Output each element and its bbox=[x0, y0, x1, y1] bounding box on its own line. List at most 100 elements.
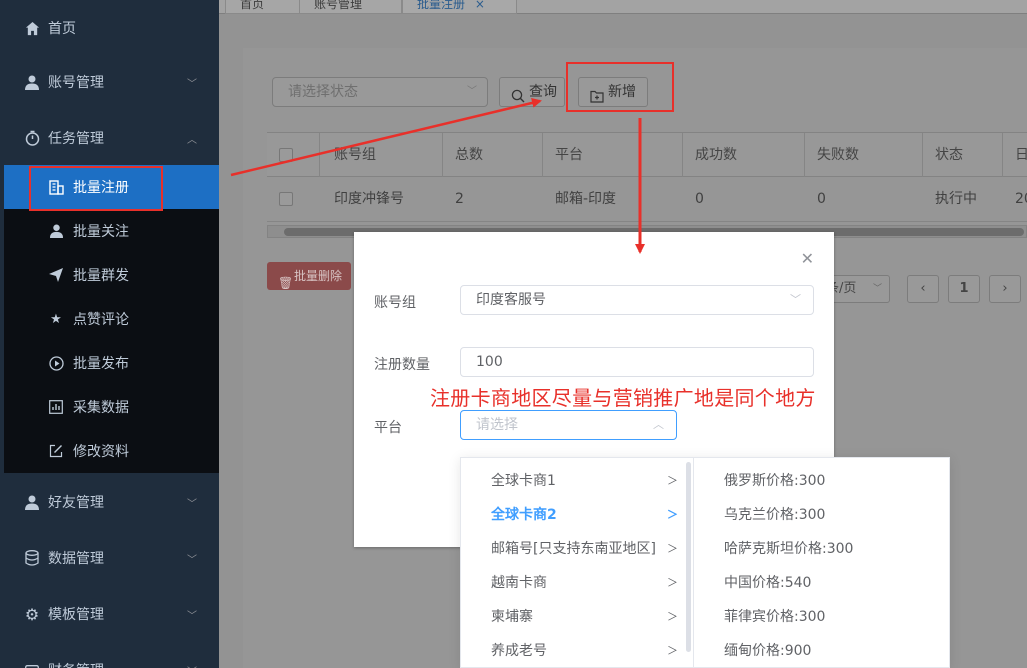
cell: 印度冲锋号 bbox=[334, 191, 404, 207]
option-label: 柬埔寨 bbox=[491, 609, 533, 625]
option-label: 全球卡商1 bbox=[491, 473, 556, 489]
table-header: 账号组 总数 平台 成功数 失败数 状态 日 bbox=[267, 132, 1027, 177]
select-all-checkbox[interactable] bbox=[279, 148, 293, 162]
menu-template-mgmt[interactable]: ⚙ 模板管理 ﹀ bbox=[0, 586, 219, 642]
chevron-down-icon: ﹀ bbox=[187, 498, 197, 510]
tab-account-mgmt[interactable]: 账号管理 bbox=[299, 0, 402, 14]
menu-home[interactable]: 首页 bbox=[0, 0, 219, 56]
cascader-option[interactable]: 缅甸价格:900 bbox=[694, 634, 949, 667]
cascader-option[interactable]: 中国价格:540 bbox=[694, 566, 949, 600]
option-label: 越南卡商 bbox=[491, 575, 547, 591]
header-cell: 平台 bbox=[543, 133, 683, 177]
user-icon bbox=[48, 223, 64, 239]
timer-icon bbox=[24, 130, 40, 146]
table-row[interactable]: 印度冲锋号 2 邮箱-印度 0 0 执行中 20 bbox=[267, 177, 1027, 222]
menu-data-mgmt[interactable]: 数据管理 ﹀ bbox=[0, 530, 219, 586]
register-count-input[interactable]: 100 bbox=[460, 347, 814, 377]
register-count-label: 注册数量 bbox=[374, 357, 430, 373]
wallet-icon bbox=[24, 662, 40, 668]
header-checkbox-cell bbox=[267, 133, 320, 177]
home-icon bbox=[24, 20, 40, 36]
submenu-batch-send[interactable]: 批量群发 bbox=[4, 253, 219, 297]
cell: 20 bbox=[1015, 191, 1027, 207]
status-select[interactable]: 请选择状态 ﹀ bbox=[272, 77, 488, 107]
submenu-batch-follow[interactable]: 批量关注 bbox=[4, 209, 219, 253]
platform-cascader-panel: 全球卡商1 ＞ 全球卡商2 ＞ 邮箱号[只支持东南亚地区] ＞ 越南卡商＞ 柬埔寨＞ … bbox=[460, 457, 950, 668]
chevron-right-icon: ＞ bbox=[667, 576, 678, 589]
cascader-option-active[interactable]: 全球卡商2 ＞ bbox=[461, 498, 686, 532]
query-label: 查询 bbox=[529, 84, 557, 100]
cascader-option[interactable]: 哈萨克斯坦价格:300 bbox=[694, 532, 949, 566]
register-count-value: 100 bbox=[476, 354, 503, 370]
cascader-option[interactable]: 柬埔寨 ＞ bbox=[461, 600, 686, 634]
send-icon bbox=[48, 267, 64, 283]
account-group-value: 印度客服号 bbox=[476, 292, 546, 308]
cascader-scrollbar[interactable] bbox=[686, 462, 691, 652]
header-cell: 账号组 bbox=[320, 133, 443, 177]
page-number[interactable]: 1 bbox=[948, 275, 980, 303]
cascader-option[interactable]: 俄罗斯价格:300 bbox=[694, 464, 949, 498]
tab-home[interactable]: 首页 bbox=[225, 0, 300, 14]
chevron-right-icon: ＞ bbox=[667, 508, 678, 521]
row-checkbox[interactable] bbox=[279, 192, 293, 206]
submenu-edit-profile[interactable]: 修改资料 bbox=[4, 429, 219, 473]
close-icon[interactable]: ✕ bbox=[801, 249, 814, 268]
chevron-down-icon: ﹀ bbox=[187, 78, 197, 90]
account-group-select[interactable]: 印度客服号 ﹀ bbox=[460, 285, 814, 315]
next-page-button[interactable]: › bbox=[989, 275, 1021, 303]
chevron-right-icon: ＞ bbox=[667, 644, 678, 657]
cascader-option[interactable]: 邮箱号[只支持东南亚地区] ＞ bbox=[461, 532, 686, 566]
chevron-down-icon: ﹀ bbox=[467, 86, 477, 97]
status-placeholder: 请选择状态 bbox=[288, 84, 358, 100]
submenu-batch-publish[interactable]: 批量发布 bbox=[4, 341, 219, 385]
chevron-down-icon: ﹀ bbox=[187, 663, 197, 668]
tabs-bar: 首页 账号管理 批量注册 × bbox=[219, 0, 1027, 14]
option-label: 养成老号 bbox=[491, 643, 547, 659]
chevron-down-icon: ﹀ bbox=[187, 554, 197, 566]
task-table: 账号组 总数 平台 成功数 失败数 状态 日 印度冲锋号 2 邮箱-印度 0 0… bbox=[267, 132, 1027, 238]
menu-finance-mgmt[interactable]: 财务管理 ﹀ bbox=[0, 642, 219, 668]
tab-label: 批量注册 bbox=[417, 0, 466, 11]
query-button[interactable]: 查询 bbox=[499, 77, 565, 107]
cascader-option[interactable]: 菲律宾价格:300 bbox=[694, 600, 949, 634]
option-label: 邮箱号[只支持东南亚地区] bbox=[491, 541, 656, 557]
cascader-option[interactable]: 全球卡商1 ＞ bbox=[461, 464, 686, 498]
menu-account-mgmt[interactable]: 账号管理 ﹀ bbox=[0, 54, 219, 110]
cascader-option[interactable]: 越南卡商 ＞ bbox=[461, 566, 686, 600]
cascader-level2: 俄罗斯价格:300 乌克兰价格:300 哈萨克斯坦价格:300 中国价格:540… bbox=[694, 458, 949, 667]
menu-finance-mgmt-label: 财务管理 bbox=[48, 660, 104, 668]
tab-batch-register[interactable]: 批量注册 × bbox=[402, 0, 517, 14]
header-cell: 总数 bbox=[443, 133, 543, 177]
batch-delete-button[interactable]: 🗑 批量删除 bbox=[267, 262, 351, 290]
sidebar: 首页 账号管理 ﹀ 任务管理 ︿ 批量注册 批量关注 批量群发 ★ 点赞评论 批… bbox=[0, 0, 219, 668]
star-icon: ★ bbox=[50, 311, 62, 327]
menu-task-mgmt[interactable]: 任务管理 ︿ bbox=[0, 110, 219, 166]
account-group-label: 账号组 bbox=[374, 295, 416, 311]
cascader-option[interactable]: 乌克兰价格:300 bbox=[694, 498, 949, 532]
option-label: 全球卡商2 bbox=[491, 507, 557, 523]
chevron-left-icon: ‹ bbox=[920, 281, 926, 296]
header-cell: 日 bbox=[1015, 147, 1027, 163]
menu-data-mgmt-label: 数据管理 bbox=[48, 551, 104, 567]
menu-task-mgmt-label: 任务管理 bbox=[48, 131, 104, 147]
prev-page-button[interactable]: ‹ bbox=[907, 275, 939, 303]
header-cell: 成功数 bbox=[683, 133, 805, 177]
close-icon[interactable]: × bbox=[475, 0, 485, 11]
submenu-label: 点赞评论 bbox=[73, 312, 129, 328]
submenu-like-comment[interactable]: ★ 点赞评论 bbox=[4, 297, 219, 341]
submenu-label: 批量关注 bbox=[73, 224, 129, 240]
chevron-up-icon: ︿ bbox=[187, 134, 197, 146]
menu-friend-mgmt[interactable]: 好友管理 ﹀ bbox=[0, 474, 219, 530]
cascader-option[interactable]: 养成老号 ＞ bbox=[461, 634, 686, 667]
chart-icon bbox=[48, 399, 64, 415]
highlight-box-add bbox=[566, 62, 674, 112]
submenu-collect-data[interactable]: 采集数据 bbox=[4, 385, 219, 429]
trash-icon: 🗑 bbox=[278, 276, 294, 290]
cell: 执行中 bbox=[935, 191, 977, 207]
chevron-up-icon: ︿ bbox=[653, 418, 664, 431]
platform-cascader-input[interactable]: 请选择 ︿ bbox=[460, 410, 677, 440]
chevron-right-icon: ＞ bbox=[667, 474, 678, 487]
row-checkbox-cell bbox=[267, 177, 320, 221]
submenu-label: 批量群发 bbox=[73, 268, 129, 284]
cell: 2 bbox=[455, 191, 464, 207]
